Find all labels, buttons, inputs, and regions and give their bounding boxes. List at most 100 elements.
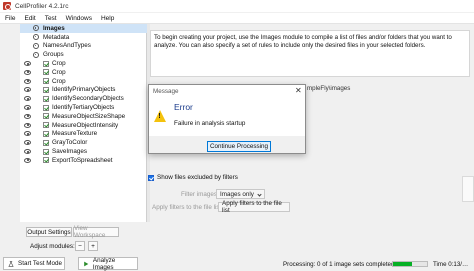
dialog-heading: Error xyxy=(174,102,193,112)
processing-status: Processing: 0 of 1 image sets completed xyxy=(283,261,395,268)
pipeline-item-module[interactable]: Crop xyxy=(20,77,147,86)
status-bar: Processing: 0 of 1 image sets completed … xyxy=(150,258,474,270)
pipeline-item-label: SaveImages xyxy=(52,148,88,156)
settings-gear-icon[interactable] xyxy=(33,34,39,41)
eye-icon[interactable] xyxy=(24,149,31,155)
pipeline-item-module[interactable]: ExportToSpreadsheet xyxy=(20,156,147,165)
pipeline-item-module[interactable]: IdentifyPrimaryObjects xyxy=(20,86,147,95)
eye-icon[interactable] xyxy=(24,96,31,102)
pipeline-item-label: Crop xyxy=(52,68,66,76)
filter-images-label: Filter images? xyxy=(181,191,221,198)
pipeline-item-label: MeasureObjectIntensity xyxy=(52,121,119,129)
eye-icon[interactable] xyxy=(24,105,31,111)
progress-bar xyxy=(392,261,428,267)
pipeline-item-module[interactable]: IdentifyTertiaryObjects xyxy=(20,103,147,112)
module-check-icon xyxy=(43,86,49,93)
pipeline-item-module[interactable]: SaveImages xyxy=(20,147,147,156)
error-dialog: Message ✕ Error Failure in analysis star… xyxy=(148,84,306,154)
chevron-down-icon xyxy=(257,192,262,197)
analyze-images-label: Analyze Images xyxy=(92,256,116,271)
app-logo-icon xyxy=(3,2,11,10)
continue-processing-button[interactable]: Continue Processing xyxy=(207,141,271,152)
module-check-icon xyxy=(43,157,49,164)
pipeline-item-module[interactable]: MeasureObjectIntensity xyxy=(20,121,147,130)
pipeline-item-namesandtypes[interactable]: NamesAndTypes xyxy=(20,42,147,51)
menu-file[interactable]: File xyxy=(5,15,15,22)
dialog-title: Message xyxy=(153,88,179,95)
module-check-icon xyxy=(43,69,49,76)
view-workspace-button[interactable]: View Workspace xyxy=(73,225,119,239)
dialog-title-bar: Message ✕ xyxy=(149,85,305,98)
pipeline-item-module[interactable]: Crop xyxy=(20,68,147,77)
apply-filters-button-label: Apply filters to the file list xyxy=(222,200,282,214)
add-module-button[interactable]: + xyxy=(88,241,98,251)
start-test-mode-button[interactable]: Start Test Mode xyxy=(3,257,65,270)
eye-icon[interactable] xyxy=(24,122,31,128)
apply-filters-button[interactable]: Apply filters to the file list xyxy=(218,200,290,214)
pipeline-item-module[interactable]: MeasureTexture xyxy=(20,130,147,139)
pipeline-item-label: ExportToSpreadsheet xyxy=(52,156,113,164)
pipeline-item-label: Crop xyxy=(52,60,66,68)
show-excluded-checkbox[interactable] xyxy=(148,174,154,181)
eye-icon[interactable] xyxy=(24,131,31,137)
eye-icon[interactable] xyxy=(24,140,31,146)
remove-module-button[interactable]: − xyxy=(75,241,85,251)
pipeline-item-groups[interactable]: Groups xyxy=(20,50,147,59)
module-check-icon xyxy=(43,122,49,129)
module-check-icon xyxy=(43,139,49,146)
warning-icon xyxy=(154,110,166,122)
apply-filters-label: Apply filters to the file list xyxy=(152,204,222,211)
settings-gear-icon[interactable] xyxy=(33,25,39,32)
close-icon[interactable]: ✕ xyxy=(295,86,302,95)
filter-images-value: Images only xyxy=(220,190,254,198)
pipeline-item-label: MeasureTexture xyxy=(52,130,98,138)
dialog-message: Failure in analysis startup xyxy=(174,120,246,127)
progress-bar-fill xyxy=(393,262,412,266)
pipeline-item-label: GrayToColor xyxy=(52,139,88,147)
menu-edit[interactable]: Edit xyxy=(24,15,35,22)
module-help-text: To begin creating your project, use the … xyxy=(150,30,470,77)
pipeline-item-metadata[interactable]: Metadata xyxy=(20,33,147,42)
module-check-icon xyxy=(43,78,49,85)
dialog-body: Error Failure in analysis startup xyxy=(149,98,305,136)
menu-windows[interactable]: Windows xyxy=(66,15,92,22)
filter-images-select[interactable]: Images only xyxy=(216,189,265,199)
eye-icon[interactable] xyxy=(24,78,31,84)
settings-scrollbar[interactable] xyxy=(462,176,474,202)
pipeline-item-module[interactable]: Crop xyxy=(20,59,147,68)
show-excluded-label: Show files excluded by filters xyxy=(157,174,238,181)
pipeline-item-label: NamesAndTypes xyxy=(43,42,91,50)
show-excluded-toggle[interactable]: Show files excluded by filters xyxy=(148,174,238,181)
menu-help[interactable]: Help xyxy=(101,15,114,22)
flask-icon xyxy=(8,260,14,267)
module-check-icon xyxy=(43,148,49,155)
eye-icon[interactable] xyxy=(24,87,31,93)
pipeline-controls: Output Settings View Workspace Adjust mo… xyxy=(0,222,150,271)
module-check-icon xyxy=(43,95,49,102)
eye-icon[interactable] xyxy=(24,157,31,163)
pipeline-item-module[interactable]: IdentifySecondaryObjects xyxy=(20,94,147,103)
settings-gear-icon[interactable] xyxy=(33,42,39,49)
menu-test[interactable]: Test xyxy=(45,15,57,22)
pipeline-item-module[interactable]: GrayToColor xyxy=(20,138,147,147)
pipeline-item-label: Metadata xyxy=(43,33,70,41)
adjust-modules-label: Adjust modules: xyxy=(30,243,75,250)
pipeline-item-label: Images xyxy=(43,24,65,32)
title-bar: CellProfiler 4.2.1rc xyxy=(0,0,474,12)
menu-bar: File Edit Test Windows Help xyxy=(0,13,474,24)
settings-gear-icon[interactable] xyxy=(33,51,39,58)
module-check-icon xyxy=(43,113,49,120)
analyze-images-button[interactable]: Analyze Images xyxy=(78,256,138,271)
eye-icon[interactable] xyxy=(24,61,31,67)
pipeline-item-module[interactable]: MeasureObjectSizeShape xyxy=(20,112,147,121)
output-settings-button[interactable]: Output Settings xyxy=(26,227,72,237)
pipeline-item-label: IdentifyTertiaryObjects xyxy=(52,104,115,112)
elapsed-time: Time 0:13/… xyxy=(433,261,469,268)
pipeline-item-images[interactable]: Images xyxy=(20,24,147,33)
pipeline-item-label: IdentifySecondaryObjects xyxy=(52,95,124,103)
eye-icon[interactable] xyxy=(24,113,31,119)
file-list-path: mpleFly\images xyxy=(307,85,351,92)
pipeline-list: Images Metadata NamesAndTypes Groups Cro… xyxy=(20,24,147,222)
module-check-icon xyxy=(43,104,49,111)
eye-icon[interactable] xyxy=(24,69,31,75)
